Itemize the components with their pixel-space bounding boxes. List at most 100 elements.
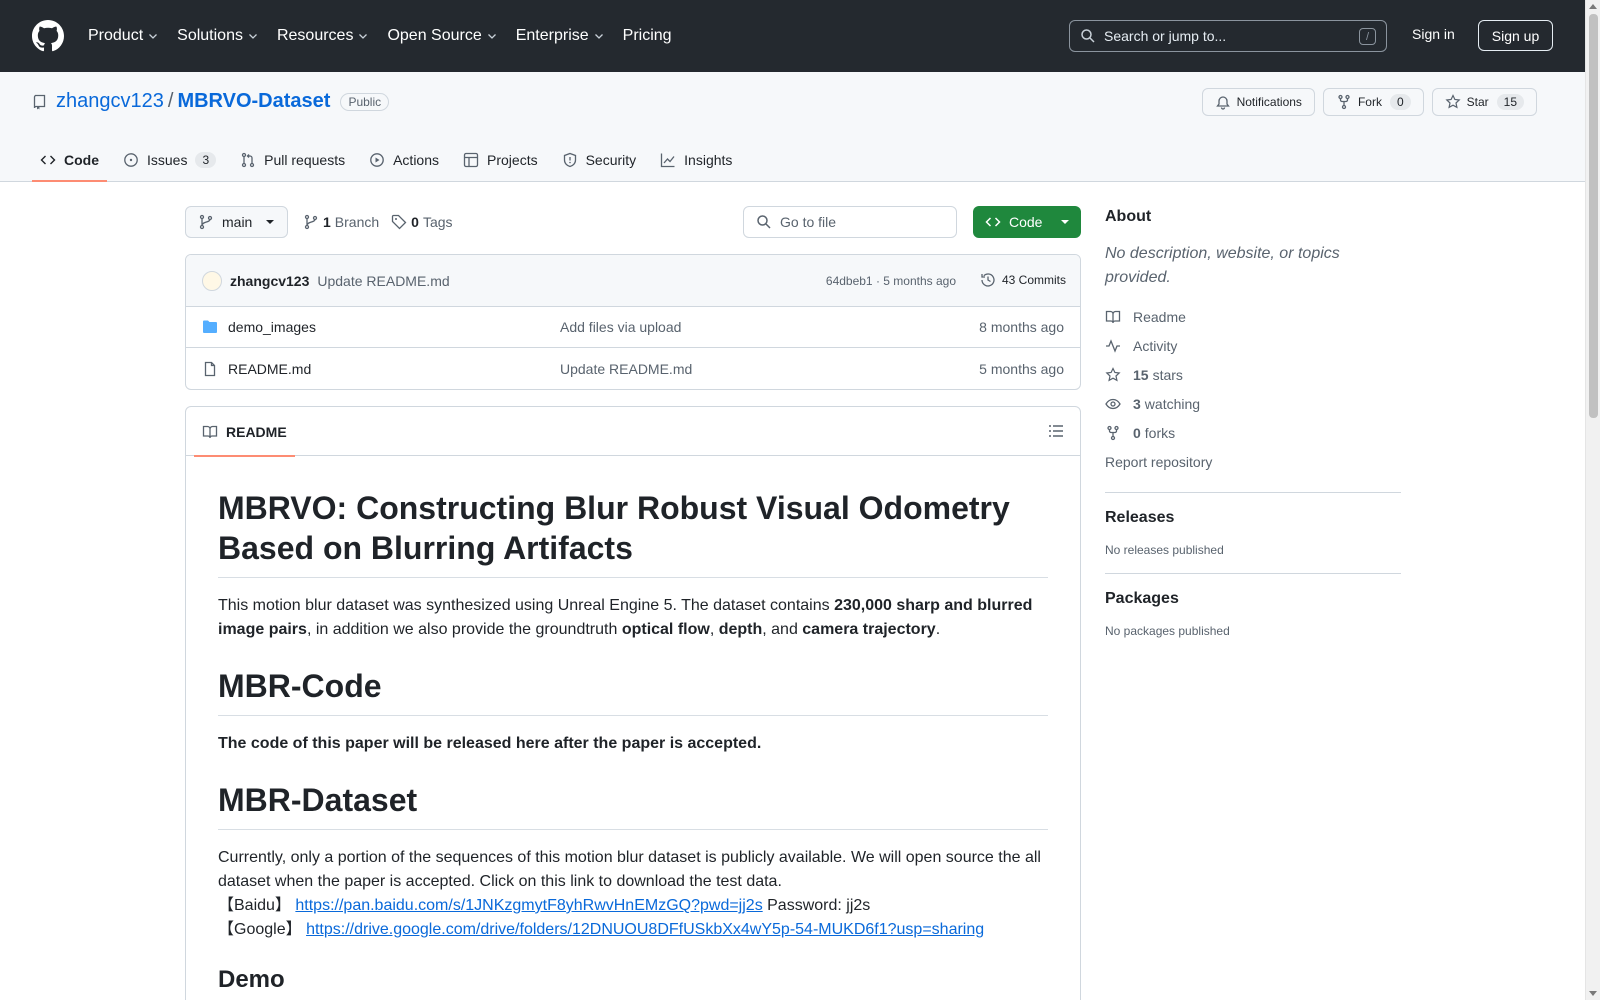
nav-pricing[interactable]: Pricing [623, 27, 672, 45]
fork-icon [1107, 425, 1119, 440]
branches-link[interactable]: 1 Branch [303, 214, 379, 230]
list-unordered-icon[interactable] [1048, 423, 1064, 439]
global-search-input[interactable]: Search or jump to... / [1069, 20, 1387, 52]
play-icon [370, 153, 384, 167]
go-to-file-input[interactable]: Go to file [743, 206, 957, 238]
readme-tab[interactable]: README [194, 407, 295, 457]
chevron-down-icon [249, 34, 257, 39]
tab-code[interactable]: Code [32, 138, 107, 182]
search-shortcut-key: / [1359, 28, 1376, 45]
tags-link[interactable]: 0 Tags [391, 214, 453, 230]
packages-heading[interactable]: Packages [1105, 590, 1401, 608]
book-icon [1105, 310, 1121, 323]
file-row[interactable]: README.md Update README.md 5 months ago [186, 348, 1080, 389]
chevron-down-icon [594, 34, 603, 39]
star-button[interactable]: Star 15 [1431, 88, 1537, 116]
file-browser: zhangcv123 Update README.md 64dbeb1 · 5 … [185, 254, 1081, 390]
releases-note: No releases published [1105, 543, 1224, 557]
code-icon [40, 155, 56, 165]
readme-header: README [186, 407, 1080, 457]
baidu-link[interactable]: https://pan.baidu.com/s/1JNKzgmytF8yhRwv… [295, 897, 762, 914]
tab-security[interactable]: Security [554, 138, 645, 182]
code-icon [985, 217, 1001, 227]
google-drive-link[interactable]: https://drive.google.com/drive/folders/1… [306, 921, 984, 938]
page-scrollbar[interactable] [1585, 0, 1600, 1000]
stars-link[interactable]: 15 stars [1105, 360, 1401, 389]
repo-icon [33, 94, 46, 109]
file-age: 5 months ago [979, 360, 1064, 377]
issue-icon [124, 153, 138, 167]
github-logo-icon[interactable] [32, 20, 64, 52]
bell-icon [1215, 96, 1230, 110]
book-icon [202, 425, 218, 438]
repo-tabs: Code Issues 3 Pull requests Actions Proj… [32, 138, 748, 182]
file-name[interactable]: README.md [228, 361, 311, 377]
nav-solutions[interactable]: Solutions [177, 27, 259, 45]
file-name[interactable]: demo_images [228, 319, 316, 335]
scroll-down-arrow-icon[interactable] [1589, 991, 1597, 996]
heading-mbr-dataset: MBR-Dataset [218, 780, 1048, 830]
nav-product[interactable]: Product [88, 27, 159, 45]
tab-actions[interactable]: Actions [361, 138, 447, 182]
tab-insights[interactable]: Insights [652, 138, 740, 182]
search-icon [1081, 29, 1095, 43]
code-dropdown-button[interactable]: Code [973, 206, 1081, 238]
readme-panel: README MBRVO: Constructing Blur Robust V… [185, 406, 1081, 1000]
file-commit-message[interactable]: Add files via upload [560, 319, 681, 335]
search-icon [757, 215, 771, 229]
fork-icon [1338, 94, 1350, 110]
chevron-down-icon [359, 34, 368, 39]
global-nav: Product Solutions Resources Open Source … [88, 22, 690, 50]
divider [1105, 573, 1401, 574]
commit-author[interactable]: zhangcv123 [230, 273, 309, 289]
commit-meta[interactable]: 64dbeb1 · 5 months ago [826, 274, 956, 288]
scrollbar-thumb[interactable] [1589, 14, 1598, 418]
fork-button[interactable]: Fork 0 [1322, 88, 1424, 116]
nav-resources[interactable]: Resources [277, 27, 369, 45]
commits-link[interactable]: 43 Commits [980, 272, 1066, 288]
file-commit-message[interactable]: Update README.md [560, 361, 692, 377]
issues-count: 3 [195, 152, 217, 168]
repo-header: zhangcv123 / MBRVO-Dataset Public Notifi… [0, 72, 1585, 182]
nav-open-source[interactable]: Open Source [387, 27, 497, 45]
dataset-description: Currently, only a portion of the sequenc… [218, 849, 1041, 938]
file-age: 8 months ago [979, 319, 1064, 335]
sign-up-button[interactable]: Sign up [1478, 20, 1553, 51]
caret-down-icon [266, 220, 275, 224]
branch-icon [304, 214, 318, 230]
forks-link[interactable]: 0 forks [1105, 418, 1401, 447]
tab-projects[interactable]: Projects [455, 138, 546, 182]
readme-content: MBRVO: Constructing Blur Robust Visual O… [186, 488, 1080, 994]
repo-name-link[interactable]: MBRVO-Dataset [177, 90, 330, 113]
heading-mbr-code: MBR-Code [218, 666, 1048, 716]
scroll-up-arrow-icon[interactable] [1589, 4, 1597, 9]
repo-title: zhangcv123 / MBRVO-Dataset Public [32, 90, 390, 113]
nav-enterprise[interactable]: Enterprise [516, 27, 605, 45]
notifications-button[interactable]: Notifications [1201, 88, 1315, 116]
chevron-down-icon [487, 34, 496, 39]
branch-select-button[interactable]: main [185, 206, 288, 238]
about-description: No description, website, or topics provi… [1105, 245, 1340, 286]
pulse-icon [1106, 338, 1120, 353]
tab-pull-requests[interactable]: Pull requests [232, 138, 353, 182]
report-repository-link[interactable]: Report repository [1105, 447, 1401, 476]
divider [1105, 492, 1401, 493]
table-icon [463, 152, 479, 168]
file-row[interactable]: demo_images Add files via upload 8 month… [186, 307, 1080, 348]
latest-commit: zhangcv123 Update README.md 64dbeb1 · 5 … [186, 255, 1080, 307]
activity-link[interactable]: Activity [1105, 331, 1401, 360]
readme-link[interactable]: Readme [1105, 302, 1401, 331]
visibility-badge: Public [340, 92, 390, 111]
sidebar: About No description, website, or topics… [1105, 208, 1401, 638]
tab-issues[interactable]: Issues 3 [115, 138, 224, 182]
commit-message[interactable]: Update README.md [317, 273, 449, 289]
shield-icon [563, 152, 576, 168]
sign-in-link[interactable]: Sign in [1412, 26, 1455, 42]
watching-link[interactable]: 3 watching [1105, 389, 1401, 418]
readme-intro: This motion blur dataset was synthesized… [218, 597, 1033, 638]
repo-owner-link[interactable]: zhangcv123 [56, 90, 164, 113]
packages-note: No packages published [1105, 624, 1230, 638]
avatar[interactable] [202, 270, 222, 291]
releases-heading[interactable]: Releases [1105, 509, 1401, 527]
branch-tag-links: 1 Branch 0 Tags [303, 214, 453, 230]
